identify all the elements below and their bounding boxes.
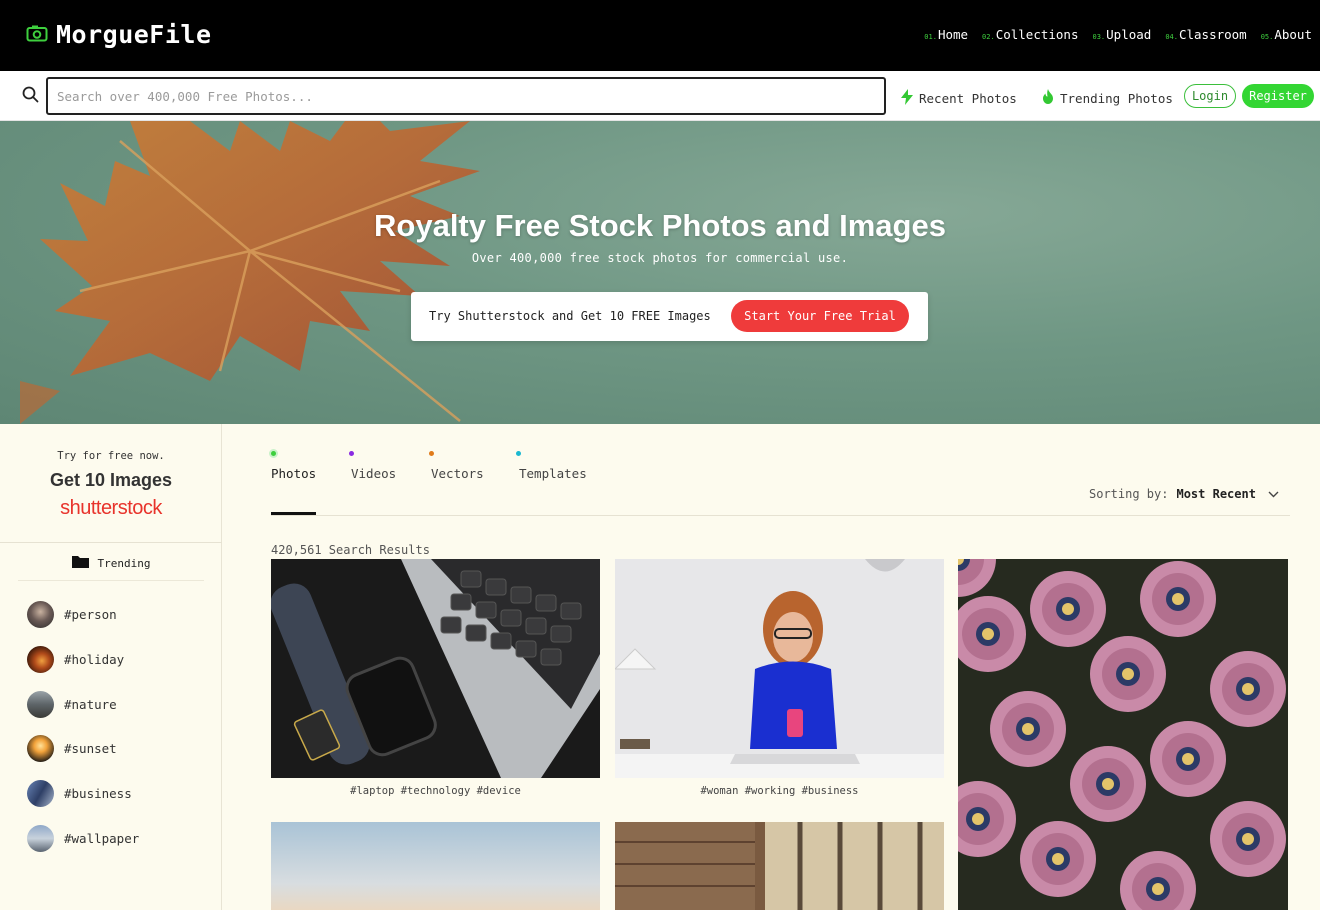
nav-label: Home — [937, 27, 969, 42]
flame-icon — [1042, 89, 1054, 107]
nav-classroom[interactable]: 04.Classroom — [1165, 27, 1246, 42]
tag-thumbnail — [27, 601, 54, 628]
search-icon[interactable] — [22, 86, 39, 107]
tag-label: #person — [64, 607, 117, 622]
ad-tagline: Try for free now. — [57, 450, 165, 462]
folder-icon — [71, 555, 89, 571]
tab-dot — [349, 451, 354, 456]
tag-holiday[interactable]: #holiday — [27, 646, 124, 673]
nav-number: 03. — [1092, 33, 1106, 41]
tab-dot — [429, 451, 434, 456]
tab-photos[interactable]: Photos — [271, 451, 317, 481]
nav-label: Classroom — [1178, 27, 1247, 42]
login-button[interactable]: Login — [1184, 84, 1236, 108]
nav-about[interactable]: 05.About — [1261, 27, 1312, 42]
results-count: 420,561 Search Results — [271, 543, 430, 557]
tag-label: #holiday — [64, 652, 125, 667]
trending-photos-link[interactable]: Trending Photos — [1042, 89, 1173, 107]
shutterstock-promo-box: Try Shutterstock and Get 10 FREE Images … — [411, 292, 928, 341]
photo-laptop-watch[interactable] — [271, 559, 600, 778]
sort-dropdown[interactable]: Sorting by: Most Recent — [1089, 487, 1279, 501]
tag-person[interactable]: #person — [27, 601, 117, 628]
nav-home[interactable]: 01.Home — [924, 27, 968, 42]
photo-woman-phone[interactable] — [615, 559, 944, 778]
photo-caption: #laptop #technology #device — [350, 785, 521, 797]
tab-videos[interactable]: Videos — [349, 451, 397, 481]
start-free-trial-button[interactable]: Start Your Free Trial — [731, 300, 909, 332]
tag-thumbnail — [27, 735, 54, 762]
sort-label: Sorting by: — [1089, 487, 1169, 501]
nav-upload[interactable]: 03.Upload — [1093, 27, 1152, 42]
tabs-divider — [271, 515, 1290, 516]
trending-photos-label: Trending Photos — [1060, 90, 1173, 106]
nav-collections[interactable]: 02.Collections — [982, 27, 1078, 42]
trending-divider — [18, 580, 204, 581]
top-navbar: MorgueFile 01.Home 02.Collections 03.Upl… — [0, 0, 1320, 71]
tag-wallpaper[interactable]: #wallpaper — [27, 825, 139, 852]
promo-text: Try Shutterstock and Get 10 FREE Images — [429, 309, 711, 323]
nav-number: 02. — [982, 33, 995, 41]
shutterstock-logo[interactable]: shutterstock — [0, 497, 222, 520]
logo[interactable]: MorgueFile — [26, 20, 212, 49]
lightning-icon — [901, 89, 913, 108]
register-button[interactable]: Register — [1242, 84, 1314, 108]
tab-label: Videos — [351, 466, 397, 481]
photo-brick-window[interactable] — [615, 822, 944, 910]
tab-label: Photos — [271, 466, 317, 481]
tab-dot — [516, 451, 521, 456]
tag-thumbnail — [27, 780, 54, 807]
tag-label: #business — [64, 786, 132, 801]
tab-vectors[interactable]: Vectors — [429, 451, 484, 481]
hero-subtitle: Over 400,000 free stock photos for comme… — [471, 251, 849, 265]
photo-caption: #woman #working #business — [700, 785, 859, 797]
tag-business[interactable]: #business — [27, 780, 132, 807]
nav-number: 05. — [1260, 33, 1274, 41]
search-input[interactable] — [46, 77, 886, 115]
camera-icon — [26, 24, 48, 46]
tag-nature[interactable]: #nature — [27, 691, 117, 718]
sort-value: Most Recent — [1176, 487, 1256, 501]
nav-label: Collections — [995, 27, 1079, 42]
hero-title: Royalty Free Stock Photos and Images — [374, 208, 946, 243]
recent-photos-link[interactable]: Recent Photos — [901, 89, 1017, 108]
chevron-down-icon — [1268, 487, 1279, 501]
photo-pink-flowers[interactable] — [958, 559, 1288, 910]
nav-number: 04. — [1165, 33, 1178, 41]
nav-number: 01. — [924, 33, 937, 41]
tag-label: #sunset — [64, 741, 117, 756]
sidebar-divider — [0, 542, 222, 543]
maple-leaf-image — [20, 121, 480, 424]
tab-templates[interactable]: Templates — [516, 451, 587, 481]
tag-sunset[interactable]: #sunset — [27, 735, 117, 762]
trending-label: Trending — [97, 556, 151, 570]
tag-thumbnail — [27, 825, 54, 852]
sidebar: Try for free now. Get 10 Images shutters… — [0, 424, 222, 910]
tab-dot — [271, 451, 276, 456]
tag-label: #wallpaper — [64, 831, 140, 846]
tag-thumbnail — [27, 691, 54, 718]
hero-banner: Royalty Free Stock Photos and Images Ove… — [0, 121, 1320, 424]
nav-label: About — [1274, 27, 1312, 42]
search-bar-row: Recent Photos Trending Photos — [0, 71, 1320, 121]
tag-thumbnail — [27, 646, 54, 673]
trending-header[interactable]: Trending — [0, 555, 222, 571]
tag-label: #nature — [64, 697, 117, 712]
main-nav: 01.Home 02.Collections 03.Upload 04.Clas… — [924, 27, 1312, 42]
tab-label: Vectors — [431, 466, 484, 481]
brand-name: MorgueFile — [56, 20, 212, 49]
nav-label: Upload — [1106, 27, 1152, 42]
tab-label: Templates — [519, 466, 587, 481]
photo-sky[interactable] — [271, 822, 600, 910]
ad-headline[interactable]: Get 10 Images — [0, 470, 222, 491]
recent-photos-label: Recent Photos — [919, 91, 1017, 106]
